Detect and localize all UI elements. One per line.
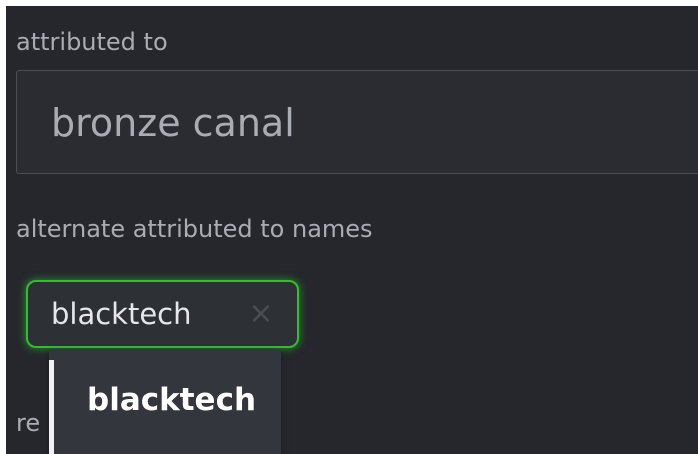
suggestion-option[interactable]: blacktech <box>49 349 281 454</box>
suggestion-highlight-bar <box>49 360 54 454</box>
attributed-to-label: attributed to <box>16 28 168 56</box>
next-field-label: re <box>16 409 41 437</box>
window-edge-left <box>0 0 6 454</box>
alternate-name-chip-input[interactable]: blacktech × <box>26 280 299 348</box>
window-edge-top <box>0 0 698 6</box>
close-icon[interactable]: × <box>248 298 274 330</box>
alternate-names-label: alternate attributed to names <box>16 215 373 243</box>
attributed-to-input[interactable]: bronze canal <box>16 70 698 174</box>
suggestion-dropdown: blacktech <box>49 349 281 454</box>
alternate-name-chip-text: blacktech <box>51 297 192 331</box>
attributed-to-value: bronze canal <box>51 101 295 145</box>
suggestion-option-label: blacktech <box>87 382 257 418</box>
attribution-form: attributed to bronze canal alternate att… <box>0 0 698 454</box>
